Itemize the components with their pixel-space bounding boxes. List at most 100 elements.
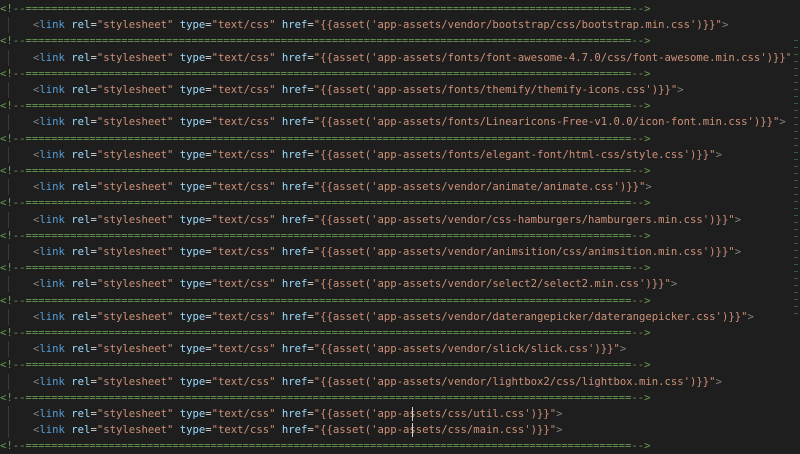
comment-text: <!--====================================… [0,391,651,404]
attr-type-value: "text/css" [211,408,276,420]
attr-rel-value: "stylesheet" [96,246,174,258]
comment-text: <!--====================================… [0,165,651,177]
attr-href-value: "{{asset('app-assets/fonts/themify/themi… [313,84,678,96]
link-stylesheet-line[interactable]: <link rel="stylesheet" type="text/css" h… [0,244,800,260]
comment-separator-line[interactable]: <!--====================================… [0,163,800,179]
attr-rel: rel [71,116,91,129]
comment-separator-line[interactable]: <!--====================================… [0,195,800,211]
comment-separator-line[interactable]: <!--====================================… [0,357,800,373]
link-stylesheet-line[interactable]: <link rel="stylesheet" type="text/css" h… [0,308,800,325]
attr-href: href [281,84,308,96]
link-stylesheet-line[interactable]: <link rel="stylesheet" type="text/css" h… [0,17,800,34]
tag-name: link [39,310,65,323]
minimap-line [794,201,798,202]
attr-href-value: "{{asset('app-assets/vendor/slick/slick.… [313,343,620,356]
attr-rel: rel [71,148,91,161]
minimap-line [794,208,798,209]
minimap-line [794,68,798,69]
link-stylesheet-line[interactable]: <link rel="stylesheet" type="text/css" h… [0,341,800,358]
comment-separator-line[interactable]: <!--====================================… [0,66,800,82]
comment-separator-line[interactable]: <!--====================================… [0,33,800,49]
attr-href: href [281,213,308,226]
minimap-line [794,124,798,125]
link-stylesheet-line[interactable]: <link rel="stylesheet" type="text/css" h… [0,211,800,228]
minimap-line [794,117,798,118]
attr-type: type [179,19,206,32]
tag-name: link [39,408,65,420]
link-stylesheet-line[interactable]: <link rel="stylesheet" type="text/css" h… [0,179,800,196]
attr-href-value: "{{asset('app-assets/css/util.css')}}" [313,408,557,420]
attr-rel: rel [71,19,91,32]
comment-separator-line[interactable]: <!--====================================… [0,390,800,406]
link-tag: <link rel="stylesheet" type="text/css" h… [33,82,684,98]
link-tag: <link rel="stylesheet" type="text/css" h… [33,212,741,228]
tag-name: link [39,19,65,32]
tag-name: link [39,213,65,226]
link-tag: <link rel="stylesheet" type="text/css" h… [33,179,652,195]
attr-rel-value: "stylesheet" [96,310,174,323]
comment-separator-line[interactable]: <!--====================================… [0,438,800,454]
comment-separator-line[interactable]: <!--====================================… [0,325,800,341]
comment-separator-line[interactable]: <!--====================================… [0,1,800,17]
attr-href: href [281,310,308,323]
comment-text: <!--====================================… [0,35,651,48]
comment-text: <!--====================================… [0,294,651,307]
attr-type-value: "text/css" [211,148,276,161]
link-tag: <link rel="stylesheet" type="text/css" h… [33,309,754,325]
minimap-line [794,166,798,167]
comment-separator-line[interactable]: <!--====================================… [0,228,800,244]
attr-href-value: "{{asset('app-assets/fonts/Linearicons-F… [313,116,780,129]
comment-text: <!--====================================… [0,3,651,15]
comment-separator-line[interactable]: <!--====================================… [0,260,800,276]
link-stylesheet-line[interactable]: <link rel="stylesheet" type="text/css" h… [0,406,800,422]
comment-text: <!--====================================… [0,327,651,339]
link-stylesheet-line[interactable]: <link rel="stylesheet" type="text/css" h… [0,146,800,163]
link-stylesheet-line[interactable]: <link rel="stylesheet" type="text/css" h… [0,82,800,98]
minimap-line [794,89,798,90]
link-stylesheet-line[interactable]: <link rel="stylesheet" type="text/css" h… [0,373,800,390]
tag-close-bracket: > [721,19,729,32]
minimap-line [794,187,798,188]
attr-rel-value: "stylesheet" [96,51,174,64]
minimap-line [794,180,798,181]
attr-type-value: "text/css" [211,213,276,226]
minimap-line [794,47,798,48]
comment-text: <!--====================================… [0,67,651,80]
attr-rel-value: "stylesheet" [96,375,174,388]
tag-close-bracket: > [645,181,652,194]
attr-type: type [179,148,206,161]
attr-href: href [281,408,308,420]
minimap-line [794,285,798,286]
minimap-line [794,103,798,104]
code-editor[interactable]: <!--====================================… [0,0,800,454]
tag-name: link [39,51,65,64]
attr-rel-value: "stylesheet" [96,84,174,96]
minimap-line [794,313,798,314]
attr-rel-value: "stylesheet" [96,213,174,226]
tag-close-bracket: > [747,310,754,323]
comment-separator-line[interactable]: <!--====================================… [0,98,800,114]
attr-href: href [281,424,308,437]
attr-type: type [179,181,206,194]
attr-type-value: "text/css" [211,278,276,291]
attr-rel: rel [71,278,91,291]
attr-rel-value: "stylesheet" [96,148,174,161]
comment-separator-line[interactable]: <!--====================================… [0,293,800,309]
tag-name: link [39,181,65,194]
link-stylesheet-line[interactable]: <link rel="stylesheet" type="text/css" h… [0,276,800,293]
attr-type: type [179,424,206,437]
comment-text: <!--====================================… [0,262,651,275]
attr-type: type [179,246,206,258]
link-stylesheet-line[interactable]: <link rel="stylesheet" type="text/css" h… [0,49,800,66]
attr-type: type [179,84,206,96]
comment-separator-line[interactable]: <!--====================================… [0,131,800,147]
link-stylesheet-line[interactable]: <link rel="stylesheet" type="text/css" h… [0,422,800,439]
attr-rel-value: "stylesheet" [96,181,174,194]
link-stylesheet-line[interactable]: <link rel="stylesheet" type="text/css" h… [0,114,800,131]
attr-href: href [281,51,308,64]
attr-type-value: "text/css" [211,343,276,356]
minimap[interactable] [790,0,800,454]
attr-rel-value: "stylesheet" [96,278,174,291]
attr-rel: rel [71,181,91,194]
attr-href-value: "{{asset('app-assets/fonts/elegant-font/… [313,148,716,161]
